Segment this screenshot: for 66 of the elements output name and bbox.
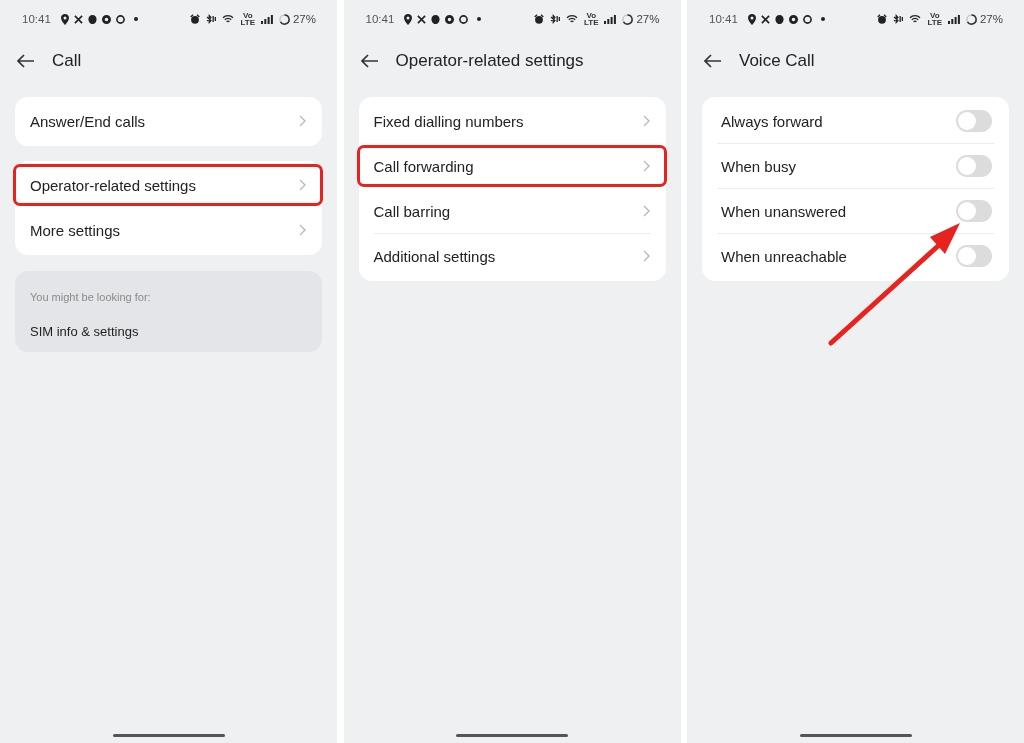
toggle-switch[interactable] xyxy=(956,200,992,222)
signal-bars-icon xyxy=(604,14,617,24)
suggestion-link[interactable]: SIM info & settings xyxy=(30,324,139,340)
chevron-icon xyxy=(299,179,306,191)
bluetooth-icon xyxy=(893,14,904,24)
chevron-icon xyxy=(299,115,306,127)
status-time: 10:41 xyxy=(22,13,51,25)
network-type-label: Vo LTE xyxy=(927,12,942,26)
menu-item[interactable]: Fixed dialling numbers xyxy=(358,99,666,143)
battery-percent: 27% xyxy=(636,13,660,25)
location-pin-icon xyxy=(404,13,413,25)
back-arrow-icon[interactable] xyxy=(17,54,35,68)
toggle-switch[interactable] xyxy=(956,110,992,132)
chevron-icon xyxy=(299,224,306,236)
setting-label: When busy xyxy=(721,157,797,175)
chevron-icon xyxy=(642,160,650,172)
dot-icon xyxy=(820,17,825,21)
ring-icon xyxy=(802,14,812,24)
screen-title: Call xyxy=(52,51,82,71)
dot-icon xyxy=(477,17,482,21)
setting-label: When unreachable xyxy=(721,247,847,265)
screen-title: Voice Call xyxy=(739,51,815,71)
menu-item[interactable]: More settings xyxy=(15,208,322,252)
battery-ring-icon xyxy=(622,13,634,25)
cross-mark-icon xyxy=(73,14,83,24)
signal-bars-icon xyxy=(260,14,273,24)
setting-label: Always forward xyxy=(721,112,823,130)
menu-item[interactable]: Answer/End calls xyxy=(15,99,322,143)
setting-label: When unanswered xyxy=(721,202,847,220)
chevron-icon xyxy=(642,250,650,262)
battery-ring-icon xyxy=(278,13,290,25)
cross-mark-icon xyxy=(760,14,770,24)
battery-ring-icon xyxy=(965,13,977,25)
menu-item[interactable]: Call barring xyxy=(358,189,666,233)
suggestion-heading: You might be looking for: xyxy=(30,290,151,304)
network-type-label: Vo LTE xyxy=(240,12,255,26)
wifi-icon xyxy=(565,14,578,24)
ring-icon xyxy=(459,14,469,24)
menu-item[interactable]: Additional settings xyxy=(358,234,666,278)
location-pin-icon xyxy=(60,13,69,25)
back-arrow-icon[interactable] xyxy=(704,54,722,68)
status-time: 10:41 xyxy=(365,13,395,25)
back-arrow-icon[interactable] xyxy=(360,54,379,68)
alarm-clock-icon xyxy=(877,14,888,24)
toggle-switch[interactable] xyxy=(956,245,992,267)
wifi-icon xyxy=(222,14,235,24)
battery-percent: 27% xyxy=(292,13,316,25)
toggle-switch[interactable] xyxy=(956,155,992,177)
status-time: 10:41 xyxy=(709,13,738,25)
battery-percent: 27% xyxy=(979,13,1003,25)
chevron-icon xyxy=(642,115,650,127)
menu-item[interactable]: Operator-related settings xyxy=(15,163,322,207)
bluetooth-icon xyxy=(206,14,217,24)
signal-bars-icon xyxy=(947,14,960,24)
cross-mark-icon xyxy=(417,14,427,24)
ring-icon xyxy=(115,14,125,24)
bluetooth-icon xyxy=(549,14,560,24)
screen-title: Operator-related settings xyxy=(395,51,584,71)
alarm-clock-icon xyxy=(533,14,544,24)
network-type-label: Vo LTE xyxy=(583,12,599,26)
menu-item[interactable]: Call forwarding xyxy=(358,144,666,188)
alarm-clock-icon xyxy=(190,14,201,24)
chevron-icon xyxy=(642,205,650,217)
location-pin-icon xyxy=(747,13,756,25)
dot-icon xyxy=(133,17,138,21)
wifi-icon xyxy=(909,14,922,24)
